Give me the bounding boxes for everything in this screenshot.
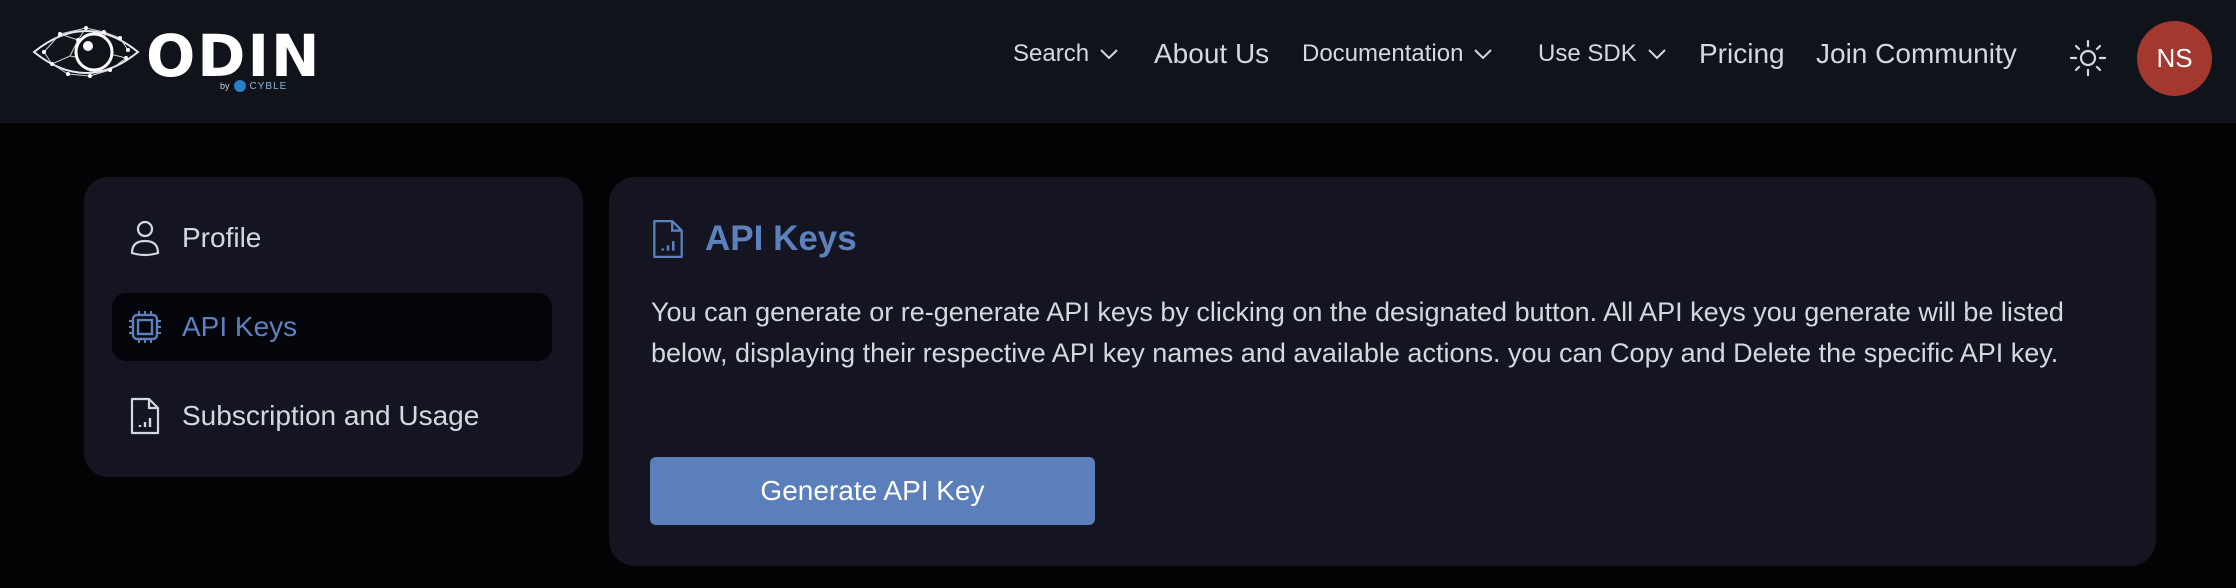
eye-logo-icon bbox=[32, 26, 140, 78]
page-title-text: API Keys bbox=[705, 219, 857, 258]
sidebar-item-label: API Keys bbox=[182, 311, 298, 342]
nav-pricing[interactable]: Pricing bbox=[1699, 38, 1785, 70]
api-keys-description: You can generate or re-generate API keys… bbox=[651, 297, 2064, 368]
nav-search[interactable]: Search bbox=[1013, 40, 1119, 68]
brand-byline: by CYBLE bbox=[220, 80, 287, 92]
cyble-logo-icon bbox=[233, 80, 246, 92]
generate-api-key-button[interactable]: Generate API Key bbox=[650, 457, 1095, 525]
file-chart-icon bbox=[128, 396, 162, 436]
nav-join-community-label: Join Community bbox=[1816, 38, 2017, 69]
nav-join-community[interactable]: Join Community bbox=[1816, 38, 2017, 70]
chevron-down-icon bbox=[1474, 49, 1493, 60]
nav-documentation-label: Documentation bbox=[1302, 40, 1464, 67]
sidebar-item-label: Subscription and Usage bbox=[182, 400, 480, 431]
nav-about-us[interactable]: About Us bbox=[1154, 38, 1269, 70]
sidebar-item-profile[interactable]: Profile bbox=[112, 204, 552, 272]
nav-use-sdk-label: Use SDK bbox=[1538, 40, 1637, 67]
api-keys-panel: API Keys You can generate or re-generate… bbox=[609, 177, 2156, 566]
chevron-down-icon bbox=[1647, 49, 1666, 60]
nav-documentation[interactable]: Documentation bbox=[1302, 40, 1493, 68]
byline-company: CYBLE bbox=[249, 80, 288, 92]
nav-about-us-label: About Us bbox=[1154, 38, 1270, 69]
sidebar-item-label: Profile bbox=[182, 222, 262, 253]
chevron-down-icon bbox=[1100, 49, 1118, 60]
nav-pricing-label: Pricing bbox=[1699, 38, 1785, 69]
page-title: API Keys bbox=[651, 219, 857, 259]
user-avatar[interactable]: NS bbox=[2137, 21, 2212, 96]
odin-logo[interactable]: ODIN by CYBLE bbox=[30, 18, 320, 98]
nav-search-label: Search bbox=[1013, 40, 1090, 67]
theme-toggle-button[interactable] bbox=[2068, 38, 2108, 78]
settings-sidebar: Profile API Keys Subscription and Usage bbox=[84, 177, 583, 477]
sidebar-item-api-keys[interactable]: API Keys bbox=[112, 293, 552, 361]
sidebar-item-subscription[interactable]: Subscription and Usage bbox=[112, 382, 552, 450]
byline-by: by bbox=[220, 81, 230, 91]
nav-use-sdk[interactable]: Use SDK bbox=[1538, 40, 1667, 68]
top-header: ODIN by CYBLE Search About Us Documentat… bbox=[0, 0, 2236, 123]
user-icon bbox=[128, 218, 162, 258]
sun-icon bbox=[2069, 39, 2107, 77]
file-chart-icon bbox=[653, 219, 683, 259]
chip-icon bbox=[128, 307, 162, 347]
